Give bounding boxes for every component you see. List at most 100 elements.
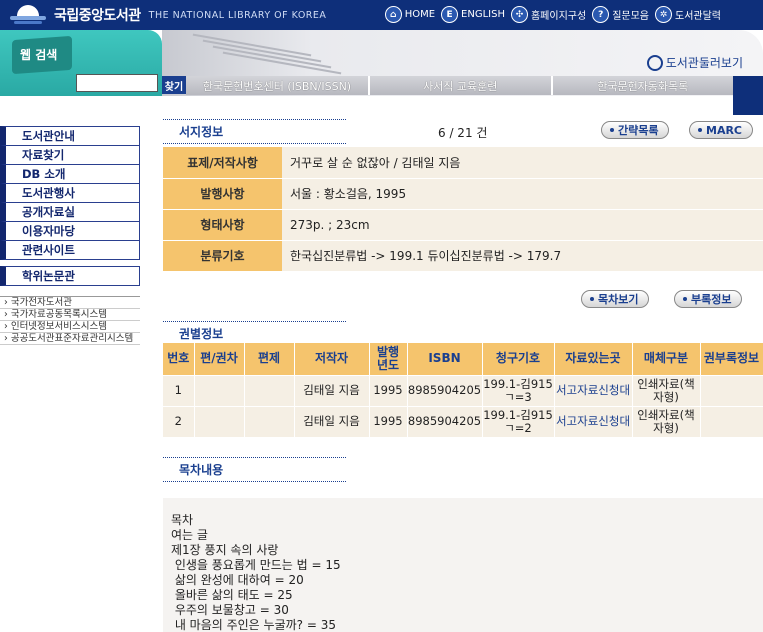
question-icon: ? [592,6,610,23]
sidebar-item-dissertations[interactable]: 학위논문관 [0,266,140,286]
cell-location: 서고자료신청대 [554,374,633,406]
cell-media: 인쇄자료(책자형) [632,374,701,406]
sidebar-item-find-materials[interactable]: 자료찾기 [0,145,140,165]
top-nav: ⌂ HOME E ENGLISH ✣ 홈페이지구성 ? 질문모음 ✲ 도서관달력 [384,6,721,23]
location-link[interactable]: 서고자료신청대 [556,414,630,428]
col-header: ISBN [407,343,483,375]
table-row: 1 김태일 지음 1995 8985904205 199.1-김915ㄱ=3 서… [163,374,763,406]
view-toc-button[interactable]: 목차보기 [581,290,650,308]
sidebar-item-db-intro[interactable]: DB 소개 [0,164,140,184]
nav-sitemap[interactable]: ✣ 홈페이지구성 [510,6,586,23]
open-book-icon [192,33,352,75]
cell-year: 1995 [369,374,408,406]
top-header: 국립중앙도서관 THE NATIONAL LIBRARY OF KOREA ⌂ H… [0,0,763,30]
sidebar: 도서관안내 자료찾기 DB 소개 도서관행사 공개자료실 이용자마당 관련사이트… [0,126,140,345]
nav-home[interactable]: ⌂ HOME [384,6,435,23]
toc-section-title: 목차내용 [163,457,346,482]
biblio-header: 서지정보 6 / 21 건 간략목록 MARC [163,119,763,144]
web-search-panel: 웹 검색 [0,30,162,96]
col-header: 청구기호 [482,343,555,375]
cell-title [244,374,295,406]
web-search-input[interactable] [76,74,158,92]
sublink-digital-library[interactable]: › 국가전자도서관 [0,297,140,309]
appendix-info-button[interactable]: 부록정보 [674,290,743,308]
cell-year: 1995 [369,405,408,437]
toc-line: 우주의 보물창고 = 30 [171,603,289,617]
field-label: 발행사항 [163,178,282,210]
logo-korean-text: 국립중앙도서관 [54,8,141,24]
banner-tabs: 한국문헌번호센터 (ISBN/ISSN) 사서직 교육훈련 한국문헌자동화목록 [186,76,733,95]
table-row: 형태사항 273p. ; 23cm [163,209,763,241]
sidebar-item-events[interactable]: 도서관행사 [0,183,140,203]
table-row: 표제/저작사항 거꾸로 살 순 없잖아 / 김태일 지음 [163,147,763,179]
marc-button[interactable]: MARC [689,121,754,139]
nav-english[interactable]: E ENGLISH [441,6,505,23]
col-header: 매체구분 [632,343,701,375]
toc-line: 목차 [171,513,194,527]
col-header: 자료있는곳 [554,343,633,375]
field-label: 분류기호 [163,240,282,272]
web-search-label: 웹 검색 [20,48,58,62]
cell-appendix [700,405,763,437]
library-logo[interactable]: 국립중앙도서관 THE NATIONAL LIBRARY OF KOREA [8,3,326,27]
calendar-icon: ✲ [655,6,672,23]
sidebar-sublinks: › 국가전자도서관 › 국가자료공동목록시스템 › 인터넷정보서비스시스템 › … [0,296,140,345]
field-label: 표제/저작사항 [163,147,282,179]
nav-calendar[interactable]: ✲ 도서관달력 [655,6,721,23]
toc-line: 인생을 풍요롭게 만드는 법 = 15 [171,558,341,572]
cell-author: 김태일 지음 [294,405,370,437]
toc-line: 올바른 삶의 태도 = 25 [171,588,293,602]
table-header-row: 번호 편/권차 편제 저작자 발행년도 ISBN 청구기호 자료있는곳 매체구분… [163,343,763,375]
nav-faq[interactable]: ? 질문모음 [592,6,649,23]
toc-line: 여는 글 [171,528,208,542]
biblio-section-title: 서지정보 [163,119,346,144]
sublink-public-library[interactable]: › 공공도서관표준자료관리시스템 [0,333,140,345]
cell-call-number: 199.1-김915ㄱ=3 [482,374,555,406]
library-tour-link[interactable]: 도서관둘러보기 [646,54,743,71]
sidebar-item-related-sites[interactable]: 관련사이트 [0,240,140,260]
sidebar-item-open-archive[interactable]: 공개자료실 [0,202,140,222]
col-header: 편제 [244,343,295,375]
tab-isbn-center[interactable]: 한국문헌번호센터 (ISBN/ISSN) [186,76,368,95]
location-link[interactable]: 서고자료신청대 [556,383,630,397]
cell-location: 서고자료신청대 [554,405,633,437]
home-icon: ⌂ [384,6,402,23]
toc-line: 내 마음의 주인은 누굴까? = 35 [171,618,336,632]
col-header: 번호 [163,343,195,375]
cell-isbn: 8985904205 [407,405,483,437]
toc-content: 목차 여는 글 제1장 풍지 속의 사랑 인생을 풍요롭게 만드는 법 = 15… [163,498,763,632]
tab-korean-marc[interactable]: 한국문헌자동화목록 [550,76,733,95]
cell-no: 2 [163,405,195,437]
cell-call-number: 199.1-김915ㄱ=2 [482,405,555,437]
cell-part [194,374,245,406]
brief-list-button[interactable]: 간략목록 [601,121,670,139]
volume-table: 번호 편/권차 편제 저작자 발행년도 ISBN 청구기호 자료있는곳 매체구분… [163,343,763,437]
banner-edge [733,76,763,115]
sublink-union-catalog[interactable]: › 국가자료공동목록시스템 [0,309,140,321]
field-value: 거꾸로 살 순 없잖아 / 김태일 지음 [282,147,763,179]
field-label: 형태사항 [163,209,282,241]
field-value: 한국십진분류법 -> 199.1 듀이십진분류법 -> 179.7 [282,240,763,272]
cell-appendix [700,374,763,406]
col-header: 편/권차 [194,343,245,375]
cell-part [194,405,245,437]
magnifier-icon [646,54,663,71]
sidebar-item-library-info[interactable]: 도서관안내 [0,126,140,146]
biblio-table: 표제/저작사항 거꾸로 살 순 없잖아 / 김태일 지음 발행사항 서울 : 황소걸… [163,147,763,272]
sublink-internet-info[interactable]: › 인터넷정보서비스시스템 [0,321,140,333]
search-go-button[interactable]: 찾기 [162,76,186,94]
toc-line: 삶의 완성에 대하여 = 20 [171,573,304,587]
table-row: 분류기호 한국십진분류법 -> 199.1 듀이십진분류법 -> 179.7 [163,240,763,272]
tab-librarian-training[interactable]: 사서직 교육훈련 [368,76,551,95]
english-icon: E [441,6,459,23]
toc-line: 제1장 풍지 속의 사랑 [171,543,279,557]
cell-title [244,405,295,437]
col-header: 발행년도 [369,343,408,375]
cell-author: 김태일 지음 [294,374,370,406]
cell-media: 인쇄자료(책자형) [632,405,701,437]
field-value: 서울 : 황소걸음, 1995 [282,178,763,210]
cell-no: 1 [163,374,195,406]
sidebar-item-user-forum[interactable]: 이용자마당 [0,221,140,241]
library-emblem-icon [8,4,48,26]
sitemap-icon: ✣ [510,6,528,23]
